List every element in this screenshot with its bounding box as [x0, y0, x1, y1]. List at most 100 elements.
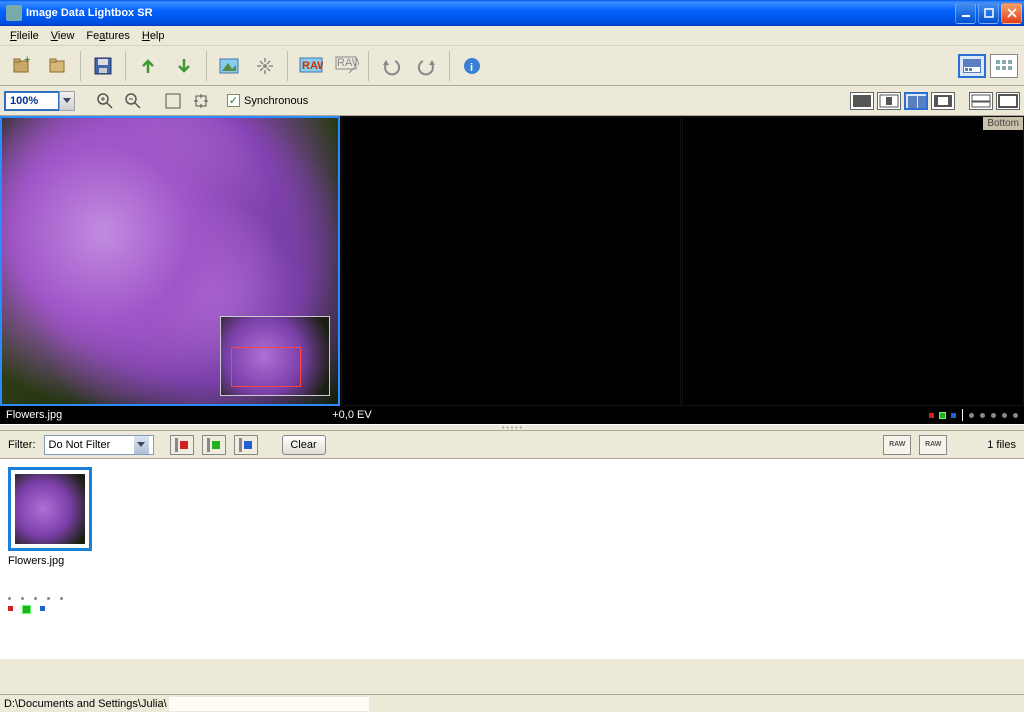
menu-file[interactable]: Fileile [4, 28, 45, 44]
view-grid-button[interactable] [990, 54, 1018, 78]
zoom-dropdown[interactable] [59, 91, 75, 111]
raw-settings-button[interactable]: RAW [330, 50, 362, 82]
viewer-pane-1[interactable] [0, 116, 340, 406]
status-path: D:\Documents and Settings\Julia\ [4, 698, 167, 710]
zoom-percent-field[interactable]: 100% [4, 91, 60, 111]
filter-red-button[interactable] [170, 435, 194, 455]
filter-label: Filter: [8, 439, 36, 451]
thumbnail-item[interactable] [8, 467, 92, 551]
layout-single-button[interactable] [850, 92, 874, 110]
clear-button[interactable]: Clear [282, 435, 326, 455]
status-bar: D:\Documents and Settings\Julia\ [0, 694, 1024, 712]
picture-icon [218, 55, 240, 77]
path-input[interactable] [169, 697, 369, 711]
exposure-value: +0,0 EV [332, 409, 371, 421]
synchronous-label: Synchronous [244, 95, 308, 107]
fit-icon [164, 92, 182, 110]
zoom-toolbar: 100% ✓ Synchronous [0, 86, 1024, 116]
sparkle-icon [254, 55, 276, 77]
dot-blue [951, 413, 956, 418]
maximize-button[interactable] [978, 3, 999, 24]
raw-settings-icon: RAW [335, 55, 357, 77]
svg-text:RAW: RAW [302, 60, 323, 72]
zoom-out-button[interactable] [121, 89, 145, 113]
zoom-in-button[interactable] [93, 89, 117, 113]
rotate-left-button[interactable] [375, 50, 407, 82]
window-title: Image Data Lightbox SR [26, 7, 955, 19]
thumb-tag-red [8, 606, 13, 611]
current-filename: Flowers.jpg [6, 409, 62, 421]
filter-blue-button[interactable] [234, 435, 258, 455]
raw-mode-1-button[interactable]: RAW [883, 435, 911, 455]
thumb-tag-green [23, 606, 30, 613]
svg-text:i: i [470, 62, 473, 74]
arrow-up-icon [137, 55, 159, 77]
rotate-left-icon [380, 55, 402, 77]
app-icon [6, 5, 22, 21]
fit-actual-icon [192, 92, 210, 110]
viewer-info-bar: Flowers.jpg +0,0 EV [0, 406, 1024, 424]
export-button[interactable] [132, 50, 164, 82]
bottom-tag: Bottom [983, 117, 1023, 130]
layout-split-h-button[interactable] [969, 92, 993, 110]
menu-view[interactable]: View [45, 28, 81, 44]
thumbnail-image [15, 474, 85, 544]
svg-text:RAW: RAW [337, 57, 359, 69]
thumbnail-rating-dots [8, 597, 1016, 600]
main-toolbar: + RAW RAW i [0, 46, 1024, 86]
layout-box-button[interactable] [931, 92, 955, 110]
info-button[interactable]: i [456, 50, 488, 82]
close-button[interactable] [1001, 3, 1022, 24]
folder-icon [47, 55, 69, 77]
menu-features[interactable]: Features [80, 28, 135, 44]
viewer-pane-2[interactable] [341, 116, 681, 406]
menubar: Fileile View Features Help [0, 26, 1024, 46]
image-viewer: Bottom [0, 116, 1024, 406]
fit-actual-button[interactable] [189, 89, 213, 113]
filter-bar: Filter: Do Not Filter Clear RAW RAW 1 fi… [0, 431, 1024, 459]
dot-green [940, 413, 945, 418]
image-button[interactable] [213, 50, 245, 82]
arrow-down-icon [173, 55, 195, 77]
layout-center-button[interactable] [877, 92, 901, 110]
viewer-pane-3[interactable]: Bottom [682, 116, 1024, 406]
filter-selected-value: Do Not Filter [49, 439, 111, 451]
filter-select[interactable]: Do Not Filter [44, 435, 154, 455]
dot-red [929, 413, 934, 418]
raw-icon: RAW [299, 55, 321, 77]
rotate-right-icon [416, 55, 438, 77]
splitter-grip[interactable]: • • • • • [0, 424, 1024, 431]
zoom-out-icon [124, 92, 142, 110]
import-button[interactable] [168, 50, 200, 82]
floppy-icon [92, 55, 114, 77]
filter-green-button[interactable] [202, 435, 226, 455]
layout-full-button[interactable] [996, 92, 1020, 110]
thumb-tag-blue [40, 606, 45, 611]
view-thumbnails-button[interactable] [958, 54, 986, 78]
menu-file-label: ile [28, 30, 39, 42]
file-count: 1 files [987, 439, 1016, 451]
navigator-thumbnail[interactable] [220, 316, 330, 396]
save-button[interactable] [87, 50, 119, 82]
navigator-rect[interactable] [231, 347, 301, 387]
rating-dots [929, 409, 1018, 421]
zoom-in-icon [96, 92, 114, 110]
raw-mode-2-button[interactable]: RAW [919, 435, 947, 455]
thumbnail-panel: Flowers.jpg [0, 459, 1024, 659]
folder-plus-icon: + [11, 55, 33, 77]
minimize-button[interactable] [955, 3, 976, 24]
open-folder-button[interactable] [42, 50, 74, 82]
thumbnail-label: Flowers.jpg [8, 555, 1016, 567]
chevron-down-icon [134, 436, 149, 454]
clear-button-label: Clear [290, 439, 316, 451]
fit-window-button[interactable] [161, 89, 185, 113]
titlebar: Image Data Lightbox SR [0, 0, 1024, 26]
rotate-right-button[interactable] [411, 50, 443, 82]
synchronous-checkbox[interactable]: ✓ [227, 94, 240, 107]
raw-button[interactable]: RAW [294, 50, 326, 82]
menu-help[interactable]: Help [136, 28, 171, 44]
new-folder-button[interactable]: + [6, 50, 38, 82]
process-button[interactable] [249, 50, 281, 82]
svg-text:+: + [24, 55, 30, 66]
layout-split-v-button[interactable] [904, 92, 928, 110]
